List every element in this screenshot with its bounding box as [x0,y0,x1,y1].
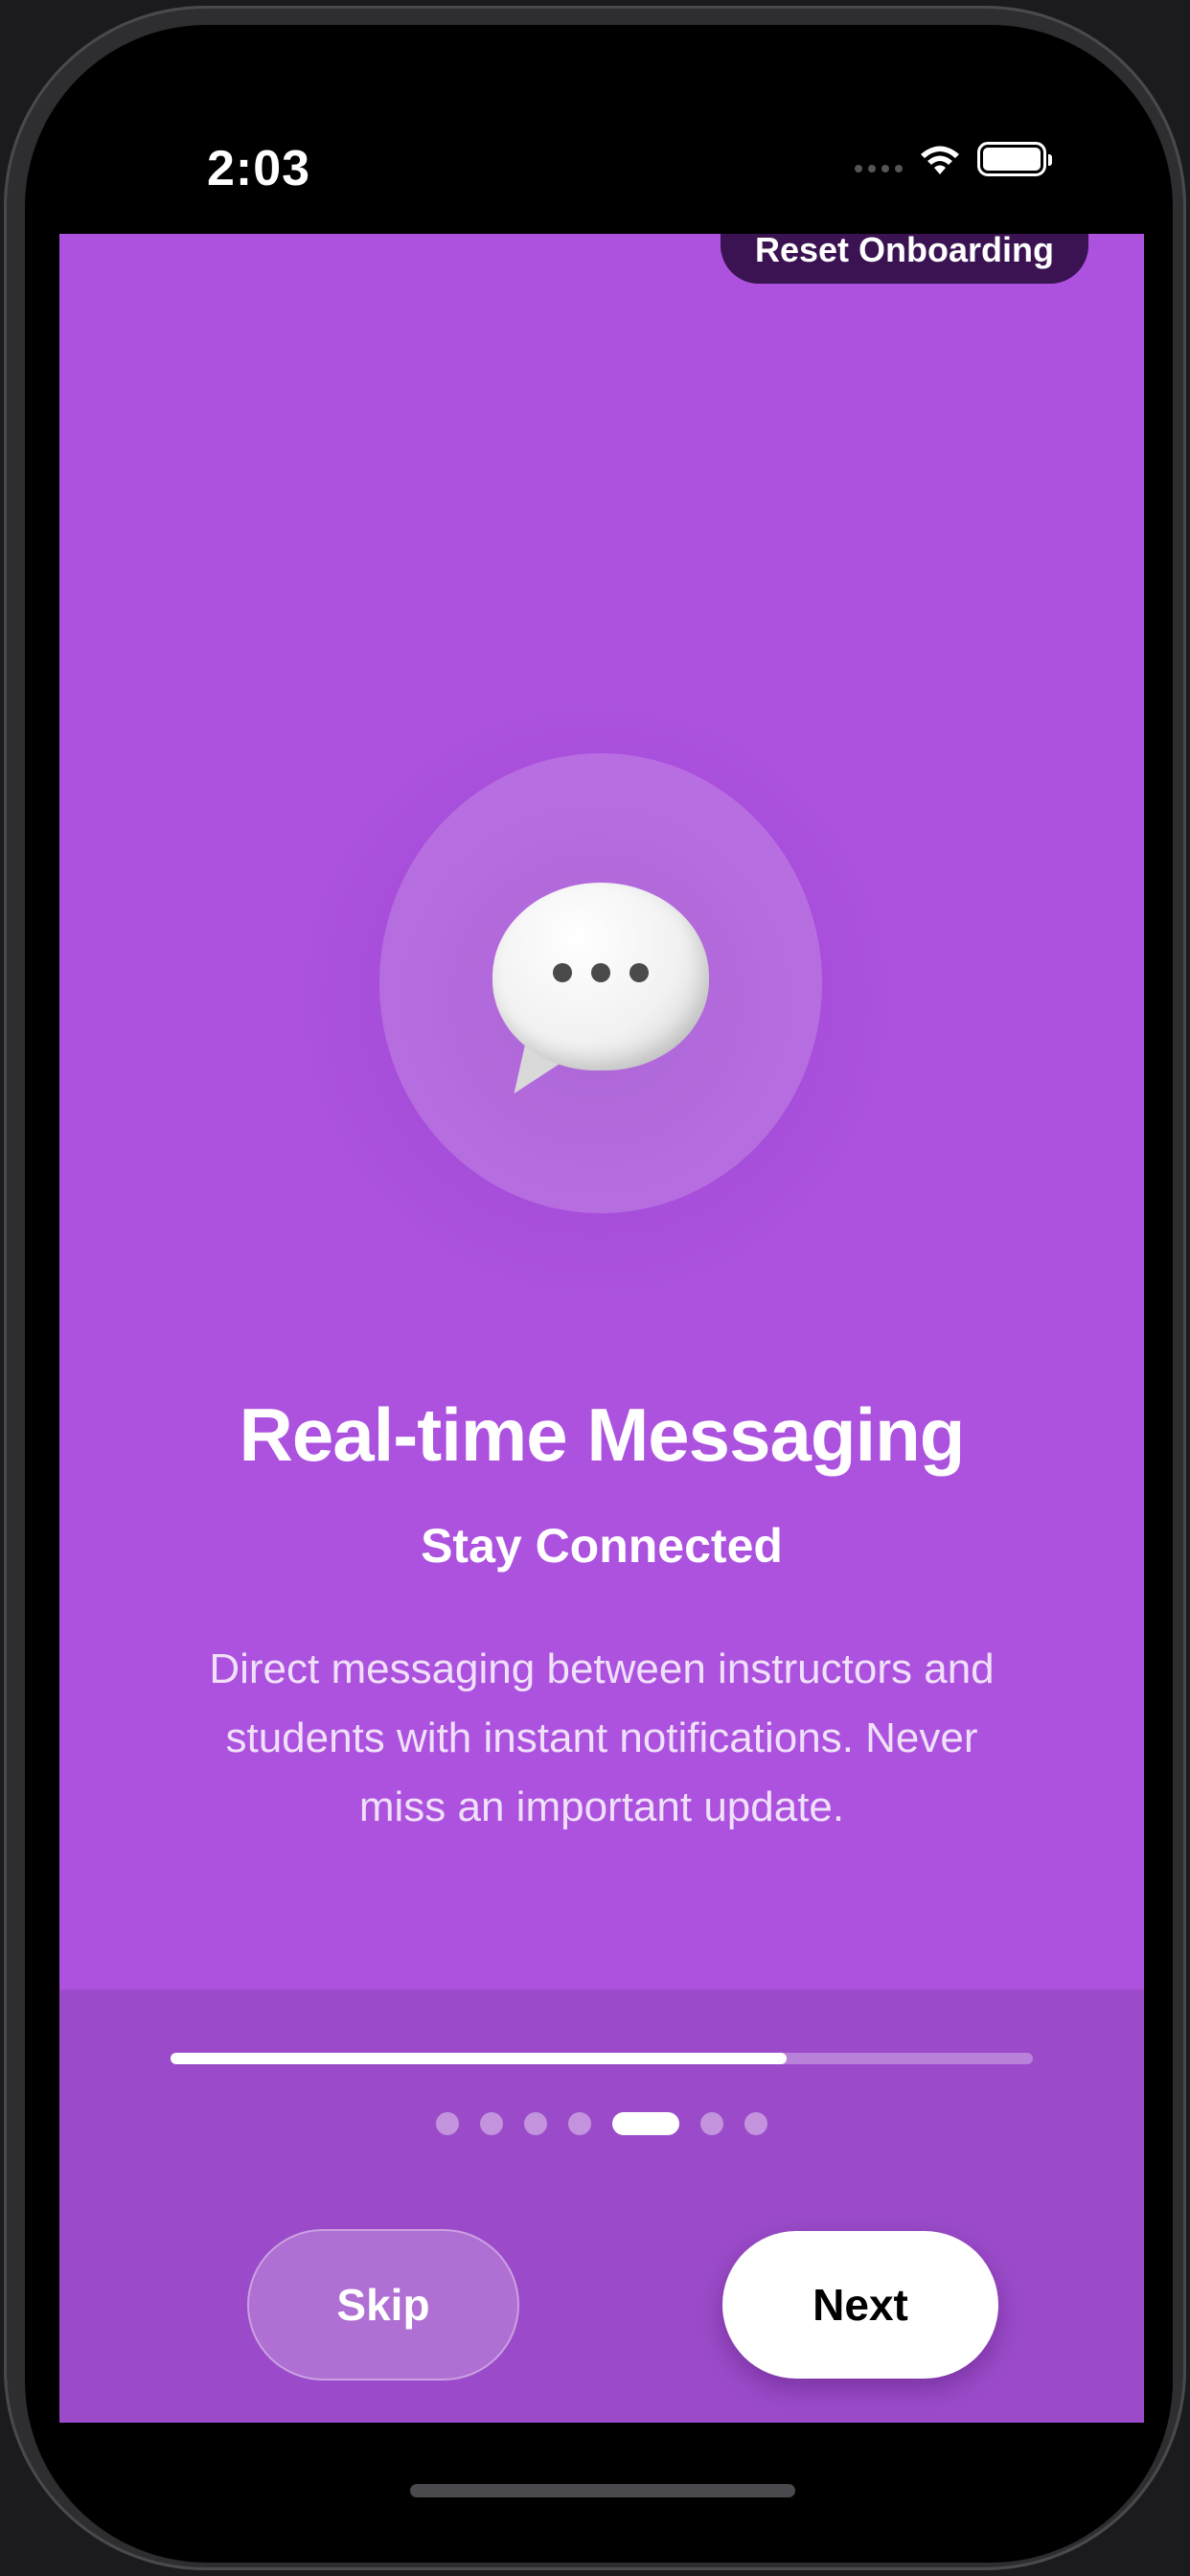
hero-icon-circle [379,753,822,1213]
progress-bar [171,2053,1033,2064]
wifi-icon [921,146,959,174]
onboarding-page: Reset Onboarding Real-time Messaging Sta… [59,234,1144,2423]
page-indicator [59,2112,1144,2135]
status-icons [855,142,1052,176]
page-subtitle: Stay Connected [421,1519,783,1573]
page-dot[interactable] [568,2112,591,2135]
page-dot[interactable] [700,2112,723,2135]
page-description: Direct messaging between instructors and… [209,1645,995,1830]
navigation-panel: Skip Next [59,1990,1144,2423]
status-time: 2:03 [207,141,311,196]
device-screen: 2:03 Reset Onboarding Real-time Messagin… [25,25,1173,2563]
reset-onboarding-button[interactable]: Reset Onboarding [720,234,1088,284]
home-indicator[interactable] [410,2484,795,2497]
cellular-signal-icon [855,165,903,172]
device-frame: 2:03 Reset Onboarding Real-time Messagin… [4,6,1186,2570]
page-dot[interactable] [744,2112,767,2135]
battery-icon [977,142,1052,176]
progress-bar-fill [171,2053,787,2064]
next-button[interactable]: Next [722,2231,998,2379]
speech-bubble-icon [492,883,709,1114]
page-dot[interactable] [480,2112,503,2135]
page-title: Real-time Messaging [239,1392,966,1477]
page-dot[interactable] [524,2112,547,2135]
skip-button[interactable]: Skip [247,2229,519,2380]
page-dot[interactable] [436,2112,459,2135]
page-dot-active[interactable] [612,2112,679,2135]
